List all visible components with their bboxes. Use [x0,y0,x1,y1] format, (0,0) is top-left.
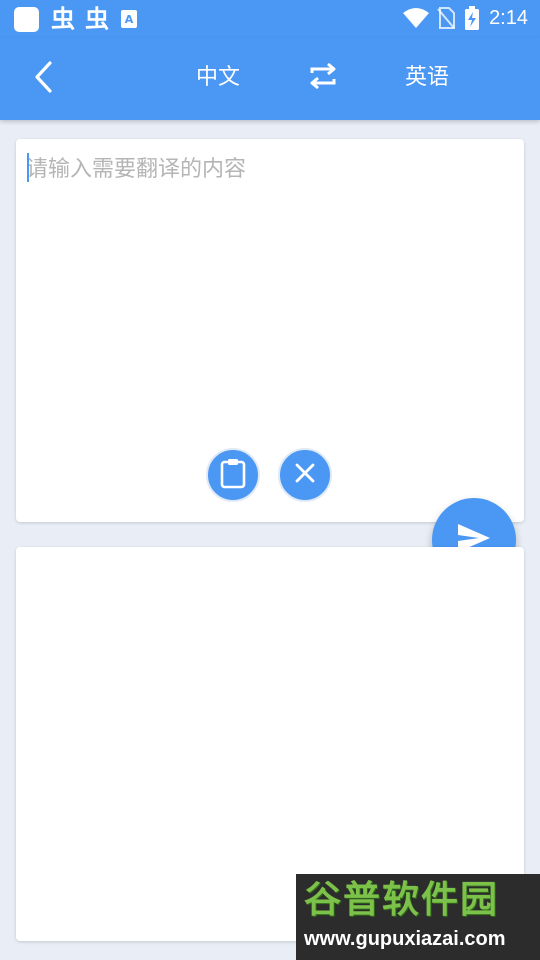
source-text-card [16,139,524,522]
watermark-url: www.gupuxiazai.com [304,928,506,950]
paste-button[interactable] [206,448,260,502]
swap-arrows-icon [308,62,338,94]
watermark-logo: 谷普软件园 www.gupuxiazai.com [296,874,540,960]
watermark-title: 谷普软件园 [304,878,499,921]
wifi-icon [403,8,430,28]
notification-bug-icon: 虫 [51,5,75,33]
notification-bug-icon: 虫 [85,5,109,33]
source-language-selector[interactable]: 中文 [196,62,240,94]
app-square-icon [14,6,39,32]
clock: 2:14 [489,6,528,29]
source-text-input[interactable] [26,151,512,441]
close-icon [294,462,316,488]
clear-button[interactable] [278,448,332,502]
status-bar-system: 2:14 [403,4,528,32]
back-button[interactable] [20,56,66,102]
clipboard-icon [220,457,246,493]
swap-languages-button[interactable] [303,60,343,96]
status-bar: 虫 虫 A 2:14 [0,0,540,38]
a-badge-icon: A [121,10,137,28]
app-bar: 中文 英语 [0,38,540,120]
status-bar-notifications: 虫 虫 A [14,5,137,33]
chevron-left-icon [32,60,54,98]
target-language-selector[interactable]: 英语 [405,62,449,94]
no-sim-icon [437,7,456,29]
text-cursor [27,153,29,182]
battery-charging-icon [465,6,480,30]
